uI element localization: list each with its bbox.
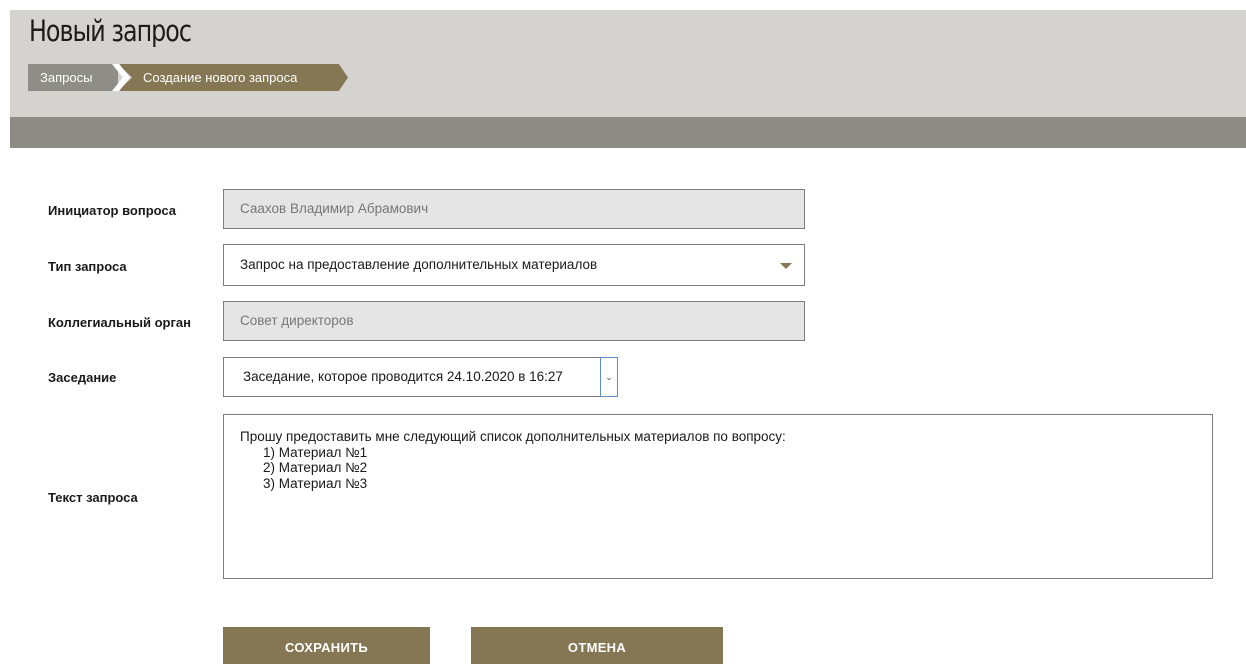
save-button[interactable]: СОХРАНИТЬ <box>223 627 430 664</box>
breadcrumb-item-requests[interactable]: Запросы <box>28 64 118 91</box>
request-text-area[interactable]: Прошу предоставить мне следующий список … <box>223 414 1213 579</box>
meeting-value: Заседание, которое проводится 24.10.2020… <box>243 369 563 384</box>
request-type-value: Запрос на предоставление дополнительных … <box>240 257 598 272</box>
request-text-line: 3) Материал №3 <box>263 475 368 491</box>
page-header: Новый запрос Запросы Создание нового зап… <box>10 10 1246 117</box>
request-text-label: Текст запроса <box>48 490 138 505</box>
board-field: Совет директоров <box>223 301 805 341</box>
request-text-line: Прошу предоставить мне следующий список … <box>240 429 786 444</box>
request-type-select[interactable]: Запрос на предоставление дополнительных … <box>223 244 805 286</box>
caret-down-icon[interactable] <box>780 263 792 269</box>
meeting-select[interactable]: Заседание, которое проводится 24.10.2020… <box>223 357 618 397</box>
board-label: Коллегиальный орган <box>48 315 191 330</box>
cancel-button[interactable]: ОТМЕНА <box>471 627 723 664</box>
breadcrumb-item-current: Создание нового запроса <box>118 64 348 91</box>
initiator-field: Саахов Владимир Абрамович <box>223 189 805 229</box>
page-title: Новый запрос <box>29 14 192 48</box>
request-type-label: Тип запроса <box>48 259 127 274</box>
initiator-label: Инициатор вопроса <box>48 203 177 218</box>
section-bar <box>10 117 1246 148</box>
meeting-label: Заседание <box>48 370 117 385</box>
request-text-line: 2) Материал №2 <box>263 460 368 475</box>
chevron-down-icon[interactable]: ⌄ <box>600 357 618 397</box>
request-text-line: 1) Материал №1 <box>263 444 368 460</box>
